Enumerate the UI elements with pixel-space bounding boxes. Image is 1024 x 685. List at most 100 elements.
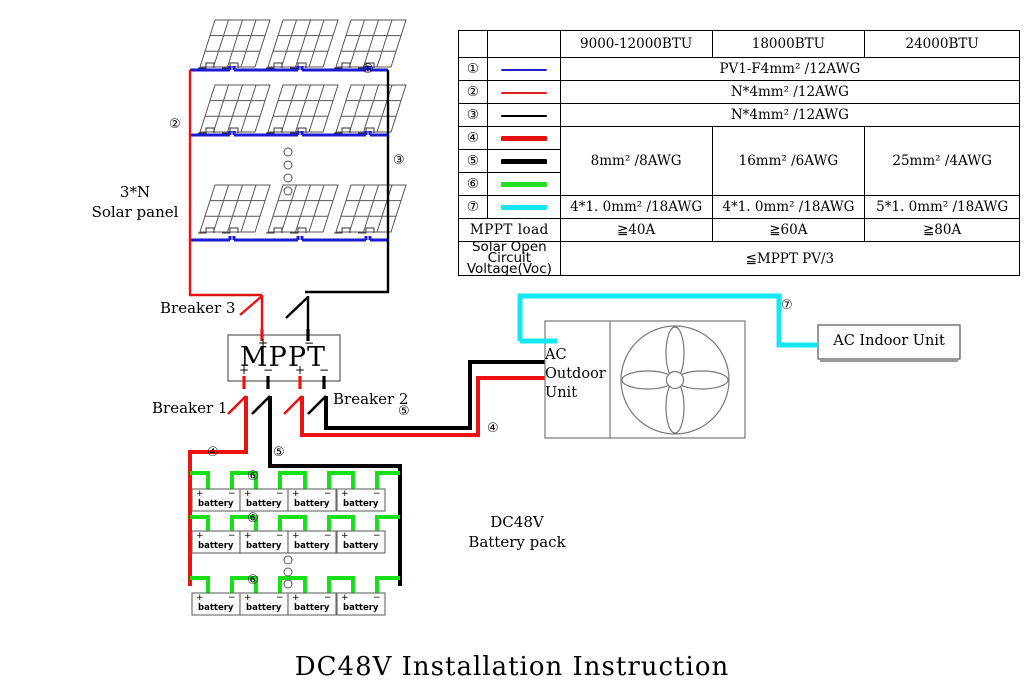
battery-cell-label: battery xyxy=(294,541,330,551)
battery-cell-label: battery xyxy=(343,499,379,509)
solar-panel-row-2 xyxy=(199,84,407,133)
battery-plus-sign: + xyxy=(292,531,300,541)
row-value-2: N*4mm² /12AWG xyxy=(559,80,1021,104)
voc-value: ≦MPPT PV/3 xyxy=(559,241,1021,276)
row-value-7-c: 5*1. 0mm² /18AWG xyxy=(864,195,1020,219)
table-row: ② N*4mm² /12AWG xyxy=(458,80,1021,104)
row-value-4-a: 8mm² /8AWG xyxy=(559,126,713,196)
table-header-row: 9000-12000BTU 18000BTU 24000BTU xyxy=(458,30,1020,58)
battery-cell-label: battery xyxy=(246,499,282,509)
mppt-load-value-a: ≧40A xyxy=(559,218,713,242)
battery-plus-sign: + xyxy=(292,593,300,603)
battery-pack-label: DC48V Battery pack xyxy=(468,513,566,552)
ac-indoor-unit-label: AC Indoor Unit xyxy=(833,333,945,349)
diagram-root: 9000-12000BTU 18000BTU 24000BTU ① PV1-F4… xyxy=(0,0,1024,682)
battery-cell-label: battery xyxy=(294,499,330,509)
row-swatch-7 xyxy=(486,195,561,219)
battery-minus-sign: − xyxy=(228,531,236,541)
row-value-7-b: 4*1. 0mm² /18AWG xyxy=(711,195,866,219)
swatch-red-thick xyxy=(500,136,547,141)
row-swatch-2 xyxy=(486,80,561,104)
row-value-7-a: 4*1. 0mm² /18AWG xyxy=(559,195,713,219)
table-row: ① PV1-F4mm² /12AWG xyxy=(458,57,1021,81)
battery-plus-sign: + xyxy=(196,593,204,603)
battery-minus-sign: − xyxy=(373,531,381,541)
row-marker-7: ⑦ xyxy=(458,195,488,219)
mppt-load-value-c: ≧80A xyxy=(864,218,1020,242)
battery-cell-label: battery xyxy=(198,603,234,613)
marker-1: ① xyxy=(362,62,374,77)
breaker-3-label: Breaker 3 xyxy=(160,299,236,317)
battery-minus-sign: − xyxy=(276,489,284,499)
row-value-1: PV1-F4mm² /12AWG xyxy=(559,57,1021,81)
mppt-terminal-top-minus: − xyxy=(304,336,315,350)
battery-cell-label: battery xyxy=(246,603,282,613)
table-row: ④ 8mm² /8AWG 16mm² /6AWG 25mm² /4AWG xyxy=(458,126,1020,196)
solar-panel-row-3 xyxy=(199,184,407,233)
battery-cell-label: battery xyxy=(343,541,379,551)
battery-green-wires-row3 xyxy=(190,576,400,593)
row-value-4-c: 25mm² /4AWG xyxy=(864,126,1020,196)
marker-5-load: ⑤ xyxy=(398,404,410,419)
marker-6-row1: ⑥ xyxy=(247,469,259,484)
battery-green-wires-row1 xyxy=(190,471,400,489)
battery-green-wires-row2 xyxy=(190,515,400,531)
battery-plus-sign: + xyxy=(244,489,252,499)
marker-4-load: ④ xyxy=(487,421,499,436)
header-btu-9000-12000: 9000-12000BTU xyxy=(559,30,713,58)
header-blank-num xyxy=(458,30,488,58)
battery-plus-sign: + xyxy=(292,489,300,499)
battery-ellipsis xyxy=(283,555,293,589)
row-value-3: N*4mm² /12AWG xyxy=(559,103,1021,127)
battery-minus-sign: − xyxy=(324,531,332,541)
row-swatch-4 xyxy=(486,126,561,150)
battery-cell-label: battery xyxy=(246,541,282,551)
row-marker-1: ① xyxy=(458,57,488,81)
mppt-terminal-bot-plus-1: + xyxy=(239,363,250,377)
mppt-terminal-bot-minus-1: − xyxy=(263,363,274,377)
marker-5-battery: ⑤ xyxy=(273,445,285,460)
swatch-red-thin xyxy=(500,91,547,94)
row-marker-2: ② xyxy=(458,80,488,104)
solar-panel-row-1 xyxy=(199,19,407,68)
row-swatch-1 xyxy=(486,57,561,81)
swatch-black-thin xyxy=(500,114,547,117)
table-row-voc: Solar Open Circuit Voltage(Voc) ≦MPPT PV… xyxy=(458,240,1021,276)
battery-cell-label: battery xyxy=(294,603,330,613)
mppt-load-value-b: ≧60A xyxy=(711,218,866,242)
battery-plus-sign: + xyxy=(196,531,204,541)
row-value-4-b: 16mm² /6AWG xyxy=(711,126,866,196)
row-swatch-6 xyxy=(486,172,561,196)
row-marker-6: ⑥ xyxy=(458,172,488,196)
mppt-terminal-bot-plus-2: + xyxy=(295,363,306,377)
wire-spec-table: 9000-12000BTU 18000BTU 24000BTU ① PV1-F4… xyxy=(458,30,1021,276)
breaker-3-symbol xyxy=(239,295,264,316)
battery-cell-label: battery xyxy=(198,499,234,509)
battery-plus-sign: + xyxy=(244,593,252,603)
swatch-cyan-thick xyxy=(500,205,547,210)
battery-plus-sign: + xyxy=(196,489,204,499)
header-btu-24000: 24000BTU xyxy=(864,30,1020,58)
marker-7: ⑦ xyxy=(781,298,793,313)
battery-cell-label: battery xyxy=(198,541,234,551)
battery-minus-sign: − xyxy=(324,489,332,499)
battery-minus-sign: − xyxy=(324,593,332,603)
marker-6-row2: ⑥ xyxy=(247,511,259,526)
row-marker-4: ④ xyxy=(458,126,488,150)
voc-label: Solar Open Circuit Voltage(Voc) xyxy=(458,240,561,276)
table-row: ③ N*4mm² /12AWG xyxy=(458,103,1021,127)
solar-panel-label: 3*N Solar panel xyxy=(91,183,179,222)
marker-6-row3: ⑥ xyxy=(247,573,259,588)
breaker-1-label: Breaker 1 xyxy=(152,399,228,417)
marker-2: ② xyxy=(169,117,181,132)
ac-outdoor-unit-label: AC Outdoor Unit xyxy=(545,347,606,401)
breaker-pv-black-symbol xyxy=(285,296,309,319)
battery-minus-sign: − xyxy=(228,593,236,603)
row-swatch-5 xyxy=(486,149,561,173)
battery-plus-sign: + xyxy=(244,531,252,541)
swatch-black-thick xyxy=(500,159,547,164)
swatch-blue-thin xyxy=(500,68,547,71)
row-swatch-3 xyxy=(486,103,561,127)
marker-3: ③ xyxy=(393,153,405,168)
row-marker-5: ⑤ xyxy=(458,149,488,173)
